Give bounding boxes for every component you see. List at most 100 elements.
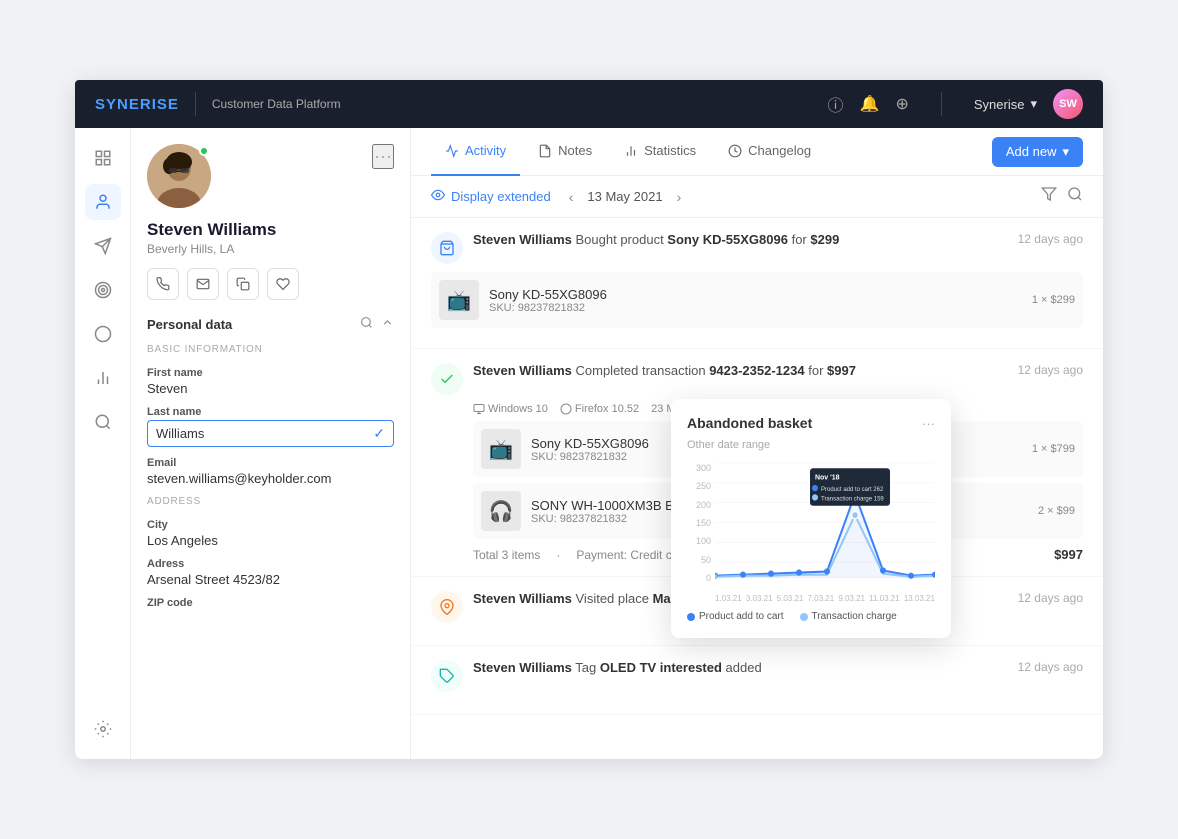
x-label-3: 5.03.21: [777, 594, 804, 603]
product-qty-1: 1 × $299: [1032, 294, 1075, 306]
bell-icon[interactable]: 🔔: [860, 94, 880, 114]
personal-data-search-icon[interactable]: [360, 316, 373, 332]
address-value: Arsenal Street 4523/82: [147, 572, 394, 587]
activity-item-basket-left: Steven Williams Bought product Sony KD-5…: [431, 232, 839, 264]
activity-item-transaction-info: Steven Williams Completed transaction 94…: [473, 363, 856, 378]
compass-icon[interactable]: ⊕: [895, 94, 908, 114]
y-label-100: 100: [696, 536, 711, 546]
y-label-50: 50: [701, 555, 711, 565]
sidebar-item-layout[interactable]: [85, 140, 121, 176]
svg-text:Product add to cart 262: Product add to cart 262: [821, 486, 884, 493]
filter-button[interactable]: [1041, 186, 1057, 207]
add-new-chevron-icon: ▾: [1062, 144, 1069, 160]
email-label: Email: [147, 457, 394, 469]
section-tools: [360, 316, 394, 332]
profile-header: ···: [147, 144, 394, 208]
x-label-4: 7.03.21: [807, 594, 834, 603]
field-firstname: First name Steven: [147, 367, 394, 396]
navbar-right: ⓘ 🔔 ⊕ Synerise ▾ SW: [828, 89, 1083, 119]
add-new-label: Add new: [1006, 144, 1057, 159]
activity-item-transaction-header: Steven Williams Completed transaction 94…: [431, 363, 1083, 395]
date-nav: ‹ 13 May 2021 ›: [563, 187, 688, 207]
date-prev-button[interactable]: ‹: [563, 187, 580, 207]
display-extended-label: Display extended: [451, 189, 551, 204]
product-sku-2: SKU: 98237821832: [531, 451, 649, 463]
legend-label-blue: Product add to cart: [699, 611, 784, 622]
sidebar-item-campaigns[interactable]: [85, 228, 121, 264]
tab-changelog[interactable]: Changelog: [714, 128, 825, 176]
tab-activity[interactable]: Activity: [431, 128, 520, 176]
product-qty-2: 1 × $799: [1032, 443, 1075, 455]
sidebar-item-analytics[interactable]: [85, 360, 121, 396]
popup-menu-icon[interactable]: ···: [922, 416, 935, 431]
activity-item-basket-info: Steven Williams Bought product Sony KD-5…: [473, 232, 839, 247]
email-button[interactable]: [187, 268, 219, 300]
lastname-input[interactable]: Williams ✓: [147, 420, 394, 447]
activity-item-tag-left: Steven Williams Tag OLED TV interested a…: [431, 660, 762, 692]
activity-item-transaction-left: Steven Williams Completed transaction 94…: [431, 363, 856, 395]
favorite-button[interactable]: [267, 268, 299, 300]
sidebar-item-settings[interactable]: [85, 711, 121, 747]
lastname-input-value: Williams: [156, 426, 204, 441]
city-label: City: [147, 519, 394, 531]
navbar-user[interactable]: Synerise ▾: [974, 96, 1037, 112]
content-area: ··· Steven Williams Beverly Hills, LA: [131, 128, 1103, 759]
product-img-1: 📺: [439, 280, 479, 320]
activity-item-basket: Steven Williams Bought product Sony KD-5…: [411, 218, 1103, 349]
y-label-250: 250: [696, 481, 711, 491]
main-panel: Activity Notes Statistics Changelog: [411, 128, 1103, 759]
navbar-divider: [195, 92, 196, 116]
basic-info-header: BASIC INFORMATION: [147, 344, 394, 355]
app-container: ··· Steven Williams Beverly Hills, LA: [75, 80, 1103, 759]
display-extended-toggle[interactable]: Display extended: [431, 188, 551, 205]
activity-item-tag-header: Steven Williams Tag OLED TV interested a…: [431, 660, 1083, 692]
navbar-username: Synerise: [974, 97, 1025, 112]
y-label-0: 0: [706, 573, 711, 583]
profile-name: Steven Williams: [147, 220, 394, 240]
field-address: Adress Arsenal Street 4523/82: [147, 558, 394, 587]
personal-data-collapse-icon[interactable]: [381, 316, 394, 332]
sidebar-item-people[interactable]: [85, 184, 121, 220]
search-button[interactable]: [1067, 186, 1083, 207]
transaction-icon-wrap: [431, 363, 463, 395]
phone-button[interactable]: [147, 268, 179, 300]
add-new-button[interactable]: Add new ▾: [992, 137, 1083, 167]
y-label-300: 300: [696, 463, 711, 473]
x-label-2: 3.03.21: [746, 594, 773, 603]
profile-actions: [147, 268, 394, 300]
sidebar-item-search[interactable]: [85, 404, 121, 440]
product-name-1: Sony KD-55XG8096: [489, 287, 607, 302]
city-value: Los Angeles: [147, 533, 394, 548]
svg-text:Nov '18: Nov '18: [815, 474, 840, 482]
product-qty-3: 2 × $99: [1038, 505, 1075, 517]
legend-item-product-add: Product add to cart: [687, 611, 784, 622]
tab-notes[interactable]: Notes: [524, 128, 606, 176]
profile-panel: ··· Steven Williams Beverly Hills, LA: [131, 128, 411, 759]
activity-user-4: Steven Williams: [473, 660, 572, 675]
navbar-avatar[interactable]: SW: [1053, 89, 1083, 119]
copy-button[interactable]: [227, 268, 259, 300]
navbar-subtitle: Customer Data Platform: [212, 97, 341, 111]
info-icon[interactable]: ⓘ: [828, 92, 844, 116]
logo: SYNERISE: [95, 96, 179, 113]
tab-statistics[interactable]: Statistics: [610, 128, 710, 176]
sidebar-item-target[interactable]: [85, 272, 121, 308]
tab-notes-label: Notes: [558, 143, 592, 158]
product-name-2: Sony KD-55XG8096: [531, 436, 649, 451]
abandoned-basket-popup: Abandoned basket ··· Other date range 30…: [671, 399, 951, 638]
x-label-1: 1.03.21: [715, 594, 742, 603]
profile-menu-button[interactable]: ···: [372, 144, 394, 169]
activity-time-4: 12 days ago: [1018, 660, 1083, 674]
tab-activity-label: Activity: [465, 143, 506, 158]
sidebar-item-automation[interactable]: [85, 316, 121, 352]
product-info-1: Sony KD-55XG8096 SKU: 98237821832: [489, 287, 607, 314]
address-header: ADDRESS: [147, 496, 394, 507]
online-indicator: [199, 146, 209, 156]
field-lastname: Last name Williams ✓: [147, 406, 394, 447]
address-label: Adress: [147, 558, 394, 570]
date-next-button[interactable]: ›: [671, 187, 688, 207]
activity-feed: Steven Williams Bought product Sony KD-5…: [411, 218, 1103, 759]
x-label-6: 11.03.21: [869, 594, 900, 603]
legend-dot-lightblue: [800, 613, 808, 621]
product-img-2: 📺: [481, 429, 521, 469]
